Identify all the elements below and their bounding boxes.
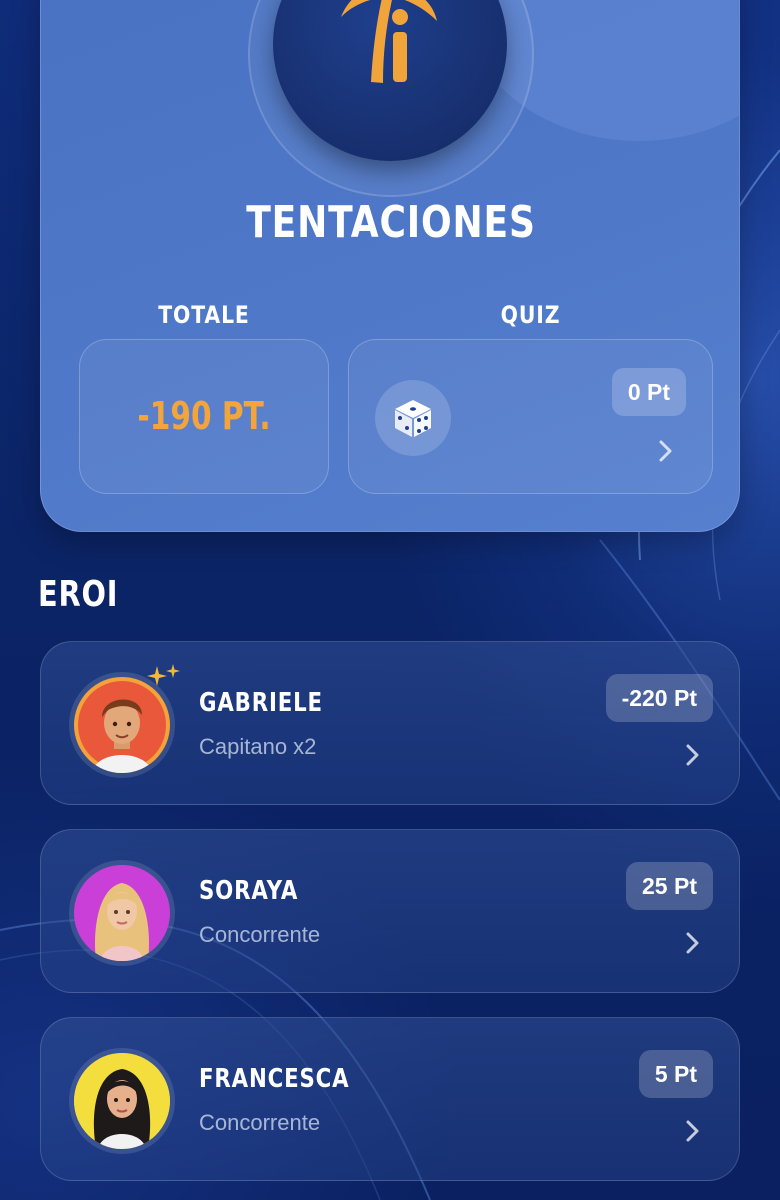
hero-points-badge: 25 Pt <box>626 862 713 910</box>
hero-name: GABRIELE <box>199 688 323 718</box>
chevron-right-icon[interactable] <box>681 930 703 956</box>
hero-row-soraya[interactable]: SORAYA Concorrente 25 Pt <box>40 829 740 993</box>
hero-points-badge: 5 Pt <box>638 1050 713 1098</box>
totale-label: TOTALE <box>158 301 250 329</box>
avatar-image <box>74 1053 170 1149</box>
section-title-eroi: EROI <box>38 574 119 615</box>
avatar <box>74 1053 170 1149</box>
palm-tree-logo-icon <box>341 0 437 83</box>
hero-points-badge: -220 Pt <box>605 674 713 722</box>
league-card: TENTACIONES TOTALE QUIZ -190 PT. 0 Pt <box>40 0 740 532</box>
chevron-right-icon[interactable] <box>681 1118 703 1144</box>
totale-box: -190 PT. <box>79 339 329 494</box>
quiz-label: QUIZ <box>500 301 561 329</box>
avatar-image <box>74 865 170 961</box>
league-logo <box>273 0 507 161</box>
quiz-box[interactable]: 0 Pt <box>348 339 713 494</box>
quiz-points-badge: 0 Pt <box>611 368 686 416</box>
league-title: TENTACIONES <box>246 197 536 248</box>
avatar-ring <box>69 1048 175 1154</box>
chevron-right-icon[interactable] <box>654 438 676 464</box>
hero-role: Concorrente <box>199 1110 321 1135</box>
dice-icon-wrap <box>375 380 451 456</box>
dice-icon <box>395 400 431 437</box>
hero-role: Concorrente <box>199 922 321 947</box>
hero-name: SORAYA <box>199 876 299 906</box>
hero-name: FRANCESCA <box>199 1064 350 1094</box>
hero-row-gabriele[interactable]: GABRIELE Capitano x2 -220 Pt <box>40 641 740 805</box>
hero-role: Capitano x2 <box>199 734 317 759</box>
totale-value: -190 PT. <box>137 394 271 438</box>
hero-row-francesca[interactable]: FRANCESCA Concorrente 5 Pt <box>40 1017 740 1181</box>
avatar <box>74 865 170 961</box>
sparkle-icon <box>147 664 180 686</box>
chevron-right-icon[interactable] <box>681 742 703 768</box>
avatar-ring <box>69 860 175 966</box>
